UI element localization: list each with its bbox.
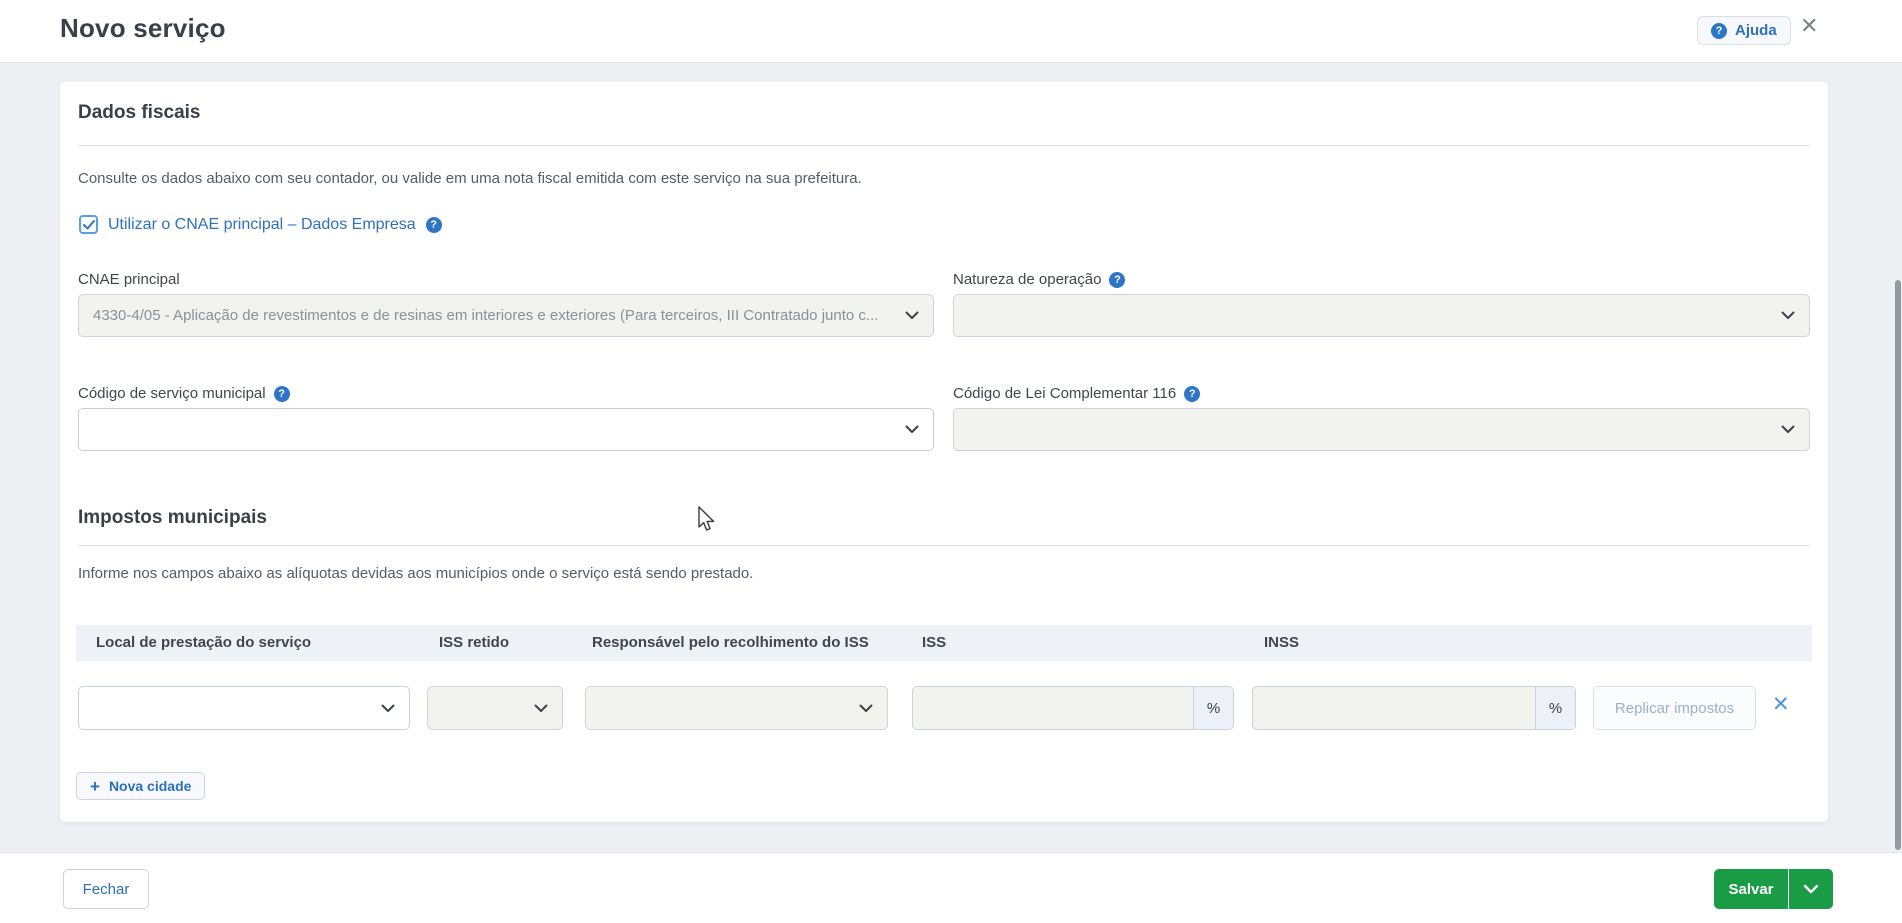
- column-header-local: Local de prestação do serviço: [96, 634, 311, 651]
- salvar-button[interactable]: Salvar: [1714, 869, 1788, 909]
- column-header-iss-retido: ISS retido: [439, 634, 509, 651]
- help-icon[interactable]: ?: [1109, 272, 1125, 288]
- remove-row-icon[interactable]: ✕: [1772, 694, 1790, 715]
- dados-fiscais-description: Consulte os dados abaixo com seu contado…: [78, 170, 862, 187]
- close-icon[interactable]: ✕: [1800, 15, 1818, 37]
- inss-percent-suffix: %: [1535, 687, 1575, 729]
- help-button[interactable]: ? Ajuda: [1697, 16, 1791, 45]
- local-prestacao-select[interactable]: [78, 686, 410, 730]
- codigo-servico-municipal-select[interactable]: [78, 408, 934, 451]
- divider: [78, 545, 1810, 546]
- column-header-iss: ISS: [922, 634, 946, 651]
- help-icon[interactable]: ?: [426, 217, 442, 233]
- iss-percent-suffix: %: [1193, 687, 1233, 729]
- help-icon[interactable]: ?: [1184, 386, 1200, 402]
- vertical-scrollbar[interactable]: [1895, 280, 1901, 850]
- divider: [78, 145, 1810, 146]
- checkbox-checked-icon: [79, 215, 98, 234]
- iss-retido-select[interactable]: [427, 686, 563, 730]
- chevron-down-icon: [1803, 884, 1819, 894]
- codigo-lc116-select[interactable]: [953, 408, 1810, 451]
- chevron-down-icon: [1781, 425, 1795, 434]
- chevron-down-icon: [905, 311, 919, 320]
- nova-cidade-label: Nova cidade: [109, 778, 191, 794]
- cnae-principal-label: CNAE principal: [78, 271, 180, 288]
- fechar-button[interactable]: Fechar: [63, 869, 149, 909]
- codigo-lc116-label: Código de Lei Complementar 116 ?: [953, 385, 1200, 402]
- section-title-dados-fiscais: Dados fiscais: [78, 102, 201, 124]
- impostos-table-header: Local de prestação do serviço ISS retido…: [76, 625, 1812, 661]
- use-cnae-checkbox-label: Utilizar o CNAE principal – Dados Empres…: [108, 216, 416, 234]
- natureza-operacao-select[interactable]: [953, 294, 1810, 337]
- plus-icon: +: [90, 778, 100, 795]
- inss-input-group: %: [1252, 686, 1576, 730]
- iss-input-group: %: [912, 686, 1234, 730]
- cnae-principal-select[interactable]: 4330-4/05 - Aplicação de revestimentos e…: [78, 294, 934, 337]
- help-button-label: Ajuda: [1735, 22, 1777, 39]
- replicar-impostos-button[interactable]: Replicar impostos: [1593, 686, 1756, 730]
- form-card: Dados fiscais Consulte os dados abaixo c…: [60, 82, 1828, 822]
- iss-input[interactable]: [913, 687, 1193, 729]
- natureza-operacao-label: Natureza de operação ?: [953, 271, 1125, 288]
- responsavel-recolhimento-select[interactable]: [585, 686, 888, 730]
- chevron-down-icon: [381, 704, 395, 713]
- page-title: Novo serviço: [60, 13, 226, 44]
- column-header-responsavel: Responsável pelo recolhimento do ISS: [592, 634, 869, 651]
- impostos-description: Informe nos campos abaixo as alíquotas d…: [78, 565, 753, 582]
- use-cnae-checkbox[interactable]: Utilizar o CNAE principal – Dados Empres…: [79, 215, 442, 234]
- codigo-servico-municipal-label: Código de serviço municipal ?: [78, 385, 290, 402]
- salvar-split-button: Salvar: [1714, 869, 1833, 909]
- modal-footer: Fechar Salvar: [0, 852, 1902, 923]
- column-header-inss: INSS: [1264, 634, 1299, 651]
- chevron-down-icon: [1781, 311, 1795, 320]
- help-icon[interactable]: ?: [274, 386, 290, 402]
- chevron-down-icon: [534, 704, 548, 713]
- section-title-impostos-municipais: Impostos municipais: [78, 507, 267, 529]
- chevron-down-icon: [859, 704, 873, 713]
- help-icon: ?: [1711, 23, 1727, 39]
- cnae-principal-value: 4330-4/05 - Aplicação de revestimentos e…: [93, 307, 893, 324]
- modal-header: Novo serviço ? Ajuda ✕: [0, 0, 1902, 63]
- inss-input[interactable]: [1253, 687, 1535, 729]
- chevron-down-icon: [905, 425, 919, 434]
- nova-cidade-button[interactable]: + Nova cidade: [76, 772, 205, 800]
- salvar-dropdown-button[interactable]: [1789, 869, 1833, 909]
